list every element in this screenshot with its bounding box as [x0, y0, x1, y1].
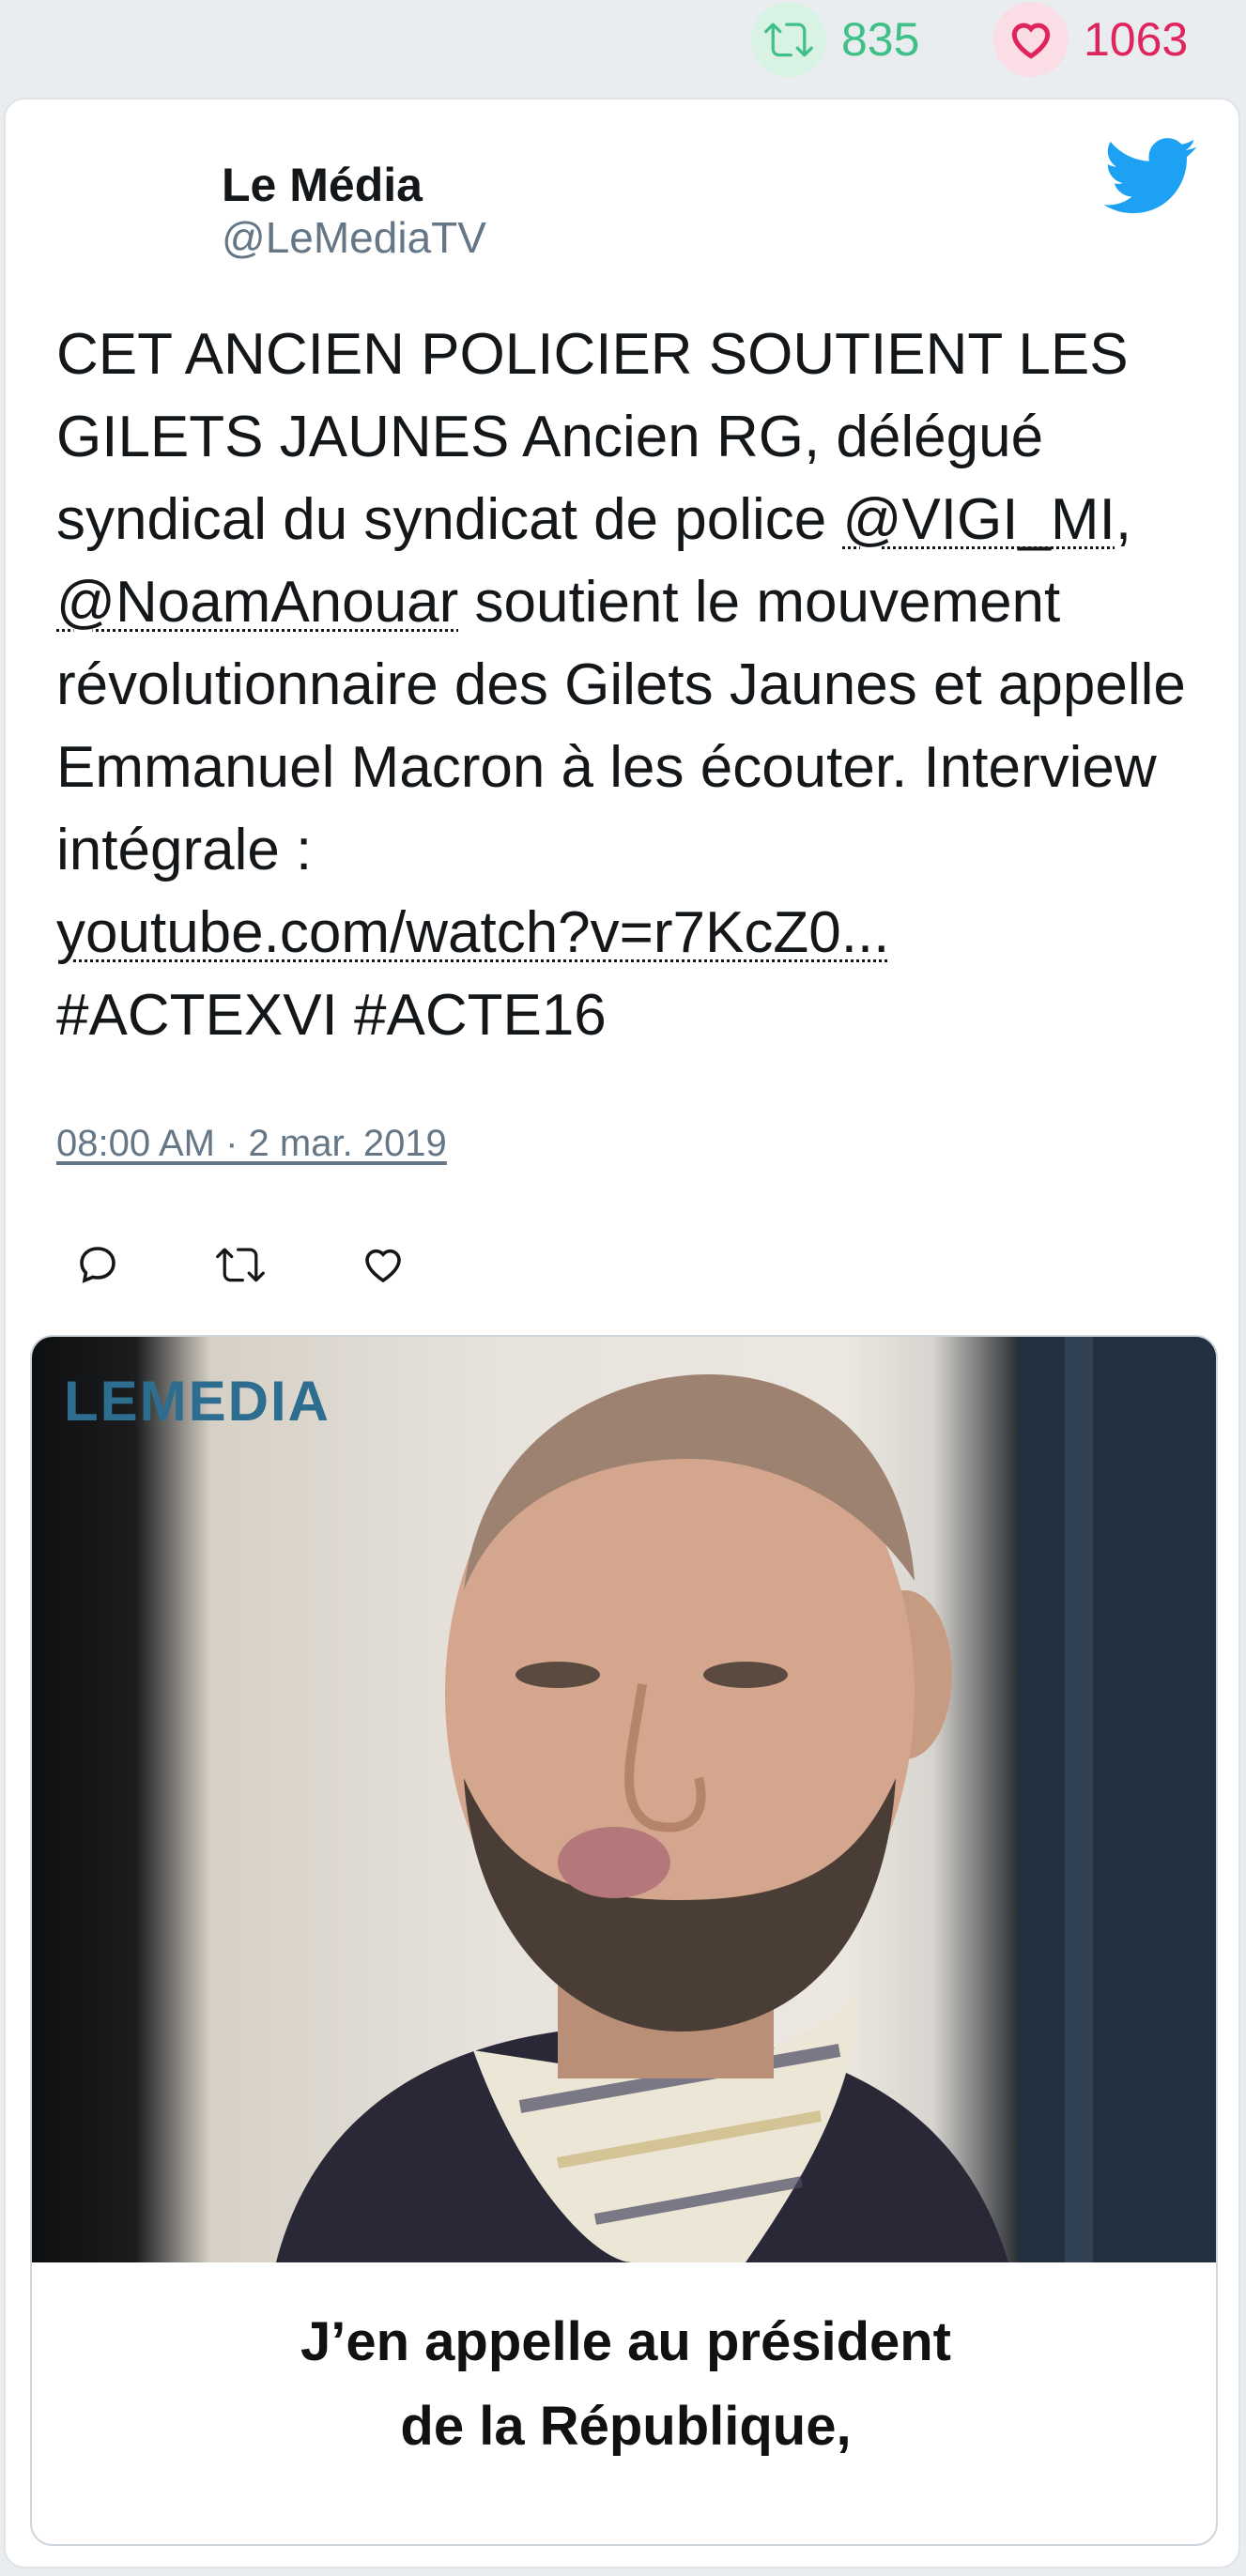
- video-caption: J’en appelle au président de la Républiq…: [32, 2262, 1216, 2544]
- retweet-icon[interactable]: [214, 1238, 267, 1291]
- timestamp-link[interactable]: 08:00 AM · 2 mar. 2019: [56, 1123, 447, 1165]
- caption-line: J’en appelle au président: [300, 2311, 951, 2372]
- engagement-bar: 835 1063: [0, 0, 1246, 84]
- media-attachment[interactable]: LEMEDIA J’en appelle au président de la …: [30, 1335, 1218, 2546]
- retweet-count[interactable]: 835: [751, 2, 920, 77]
- caption-line: de la République,: [400, 2396, 852, 2457]
- mention-link[interactable]: @NoamAnouar: [56, 570, 458, 635]
- media-logo: LEMEDIA: [64, 1370, 331, 1433]
- tweet-card: Le Média @LeMediaTV CET ANCIEN POLICIER …: [4, 98, 1240, 2568]
- heart-icon[interactable]: [357, 1238, 409, 1291]
- mention-link[interactable]: @VIGI_MI: [842, 487, 1115, 552]
- tweet-text: CET ANCIEN POLICIER SOUTIENT LES GILETS …: [56, 314, 1221, 1057]
- retweet-count-value: 835: [841, 13, 920, 66]
- twitter-logo-icon[interactable]: [1103, 137, 1198, 220]
- like-count[interactable]: 1063: [993, 2, 1189, 77]
- retweet-icon: [751, 2, 826, 77]
- heart-icon: [993, 2, 1069, 77]
- tweet-actions: [71, 1232, 500, 1297]
- like-count-value: 1063: [1084, 13, 1189, 66]
- author-handle[interactable]: @LeMediaTV: [222, 212, 486, 263]
- video-thumbnail[interactable]: LEMEDIA: [32, 1337, 1216, 2262]
- reply-icon[interactable]: [71, 1238, 124, 1291]
- youtube-link[interactable]: youtube.com/watch?v=r7KcZ0...: [56, 900, 889, 965]
- author-name[interactable]: Le Média: [222, 158, 423, 212]
- separator: ,: [1115, 487, 1132, 552]
- hashtags[interactable]: #ACTEXVI #ACTE16: [56, 983, 607, 1048]
